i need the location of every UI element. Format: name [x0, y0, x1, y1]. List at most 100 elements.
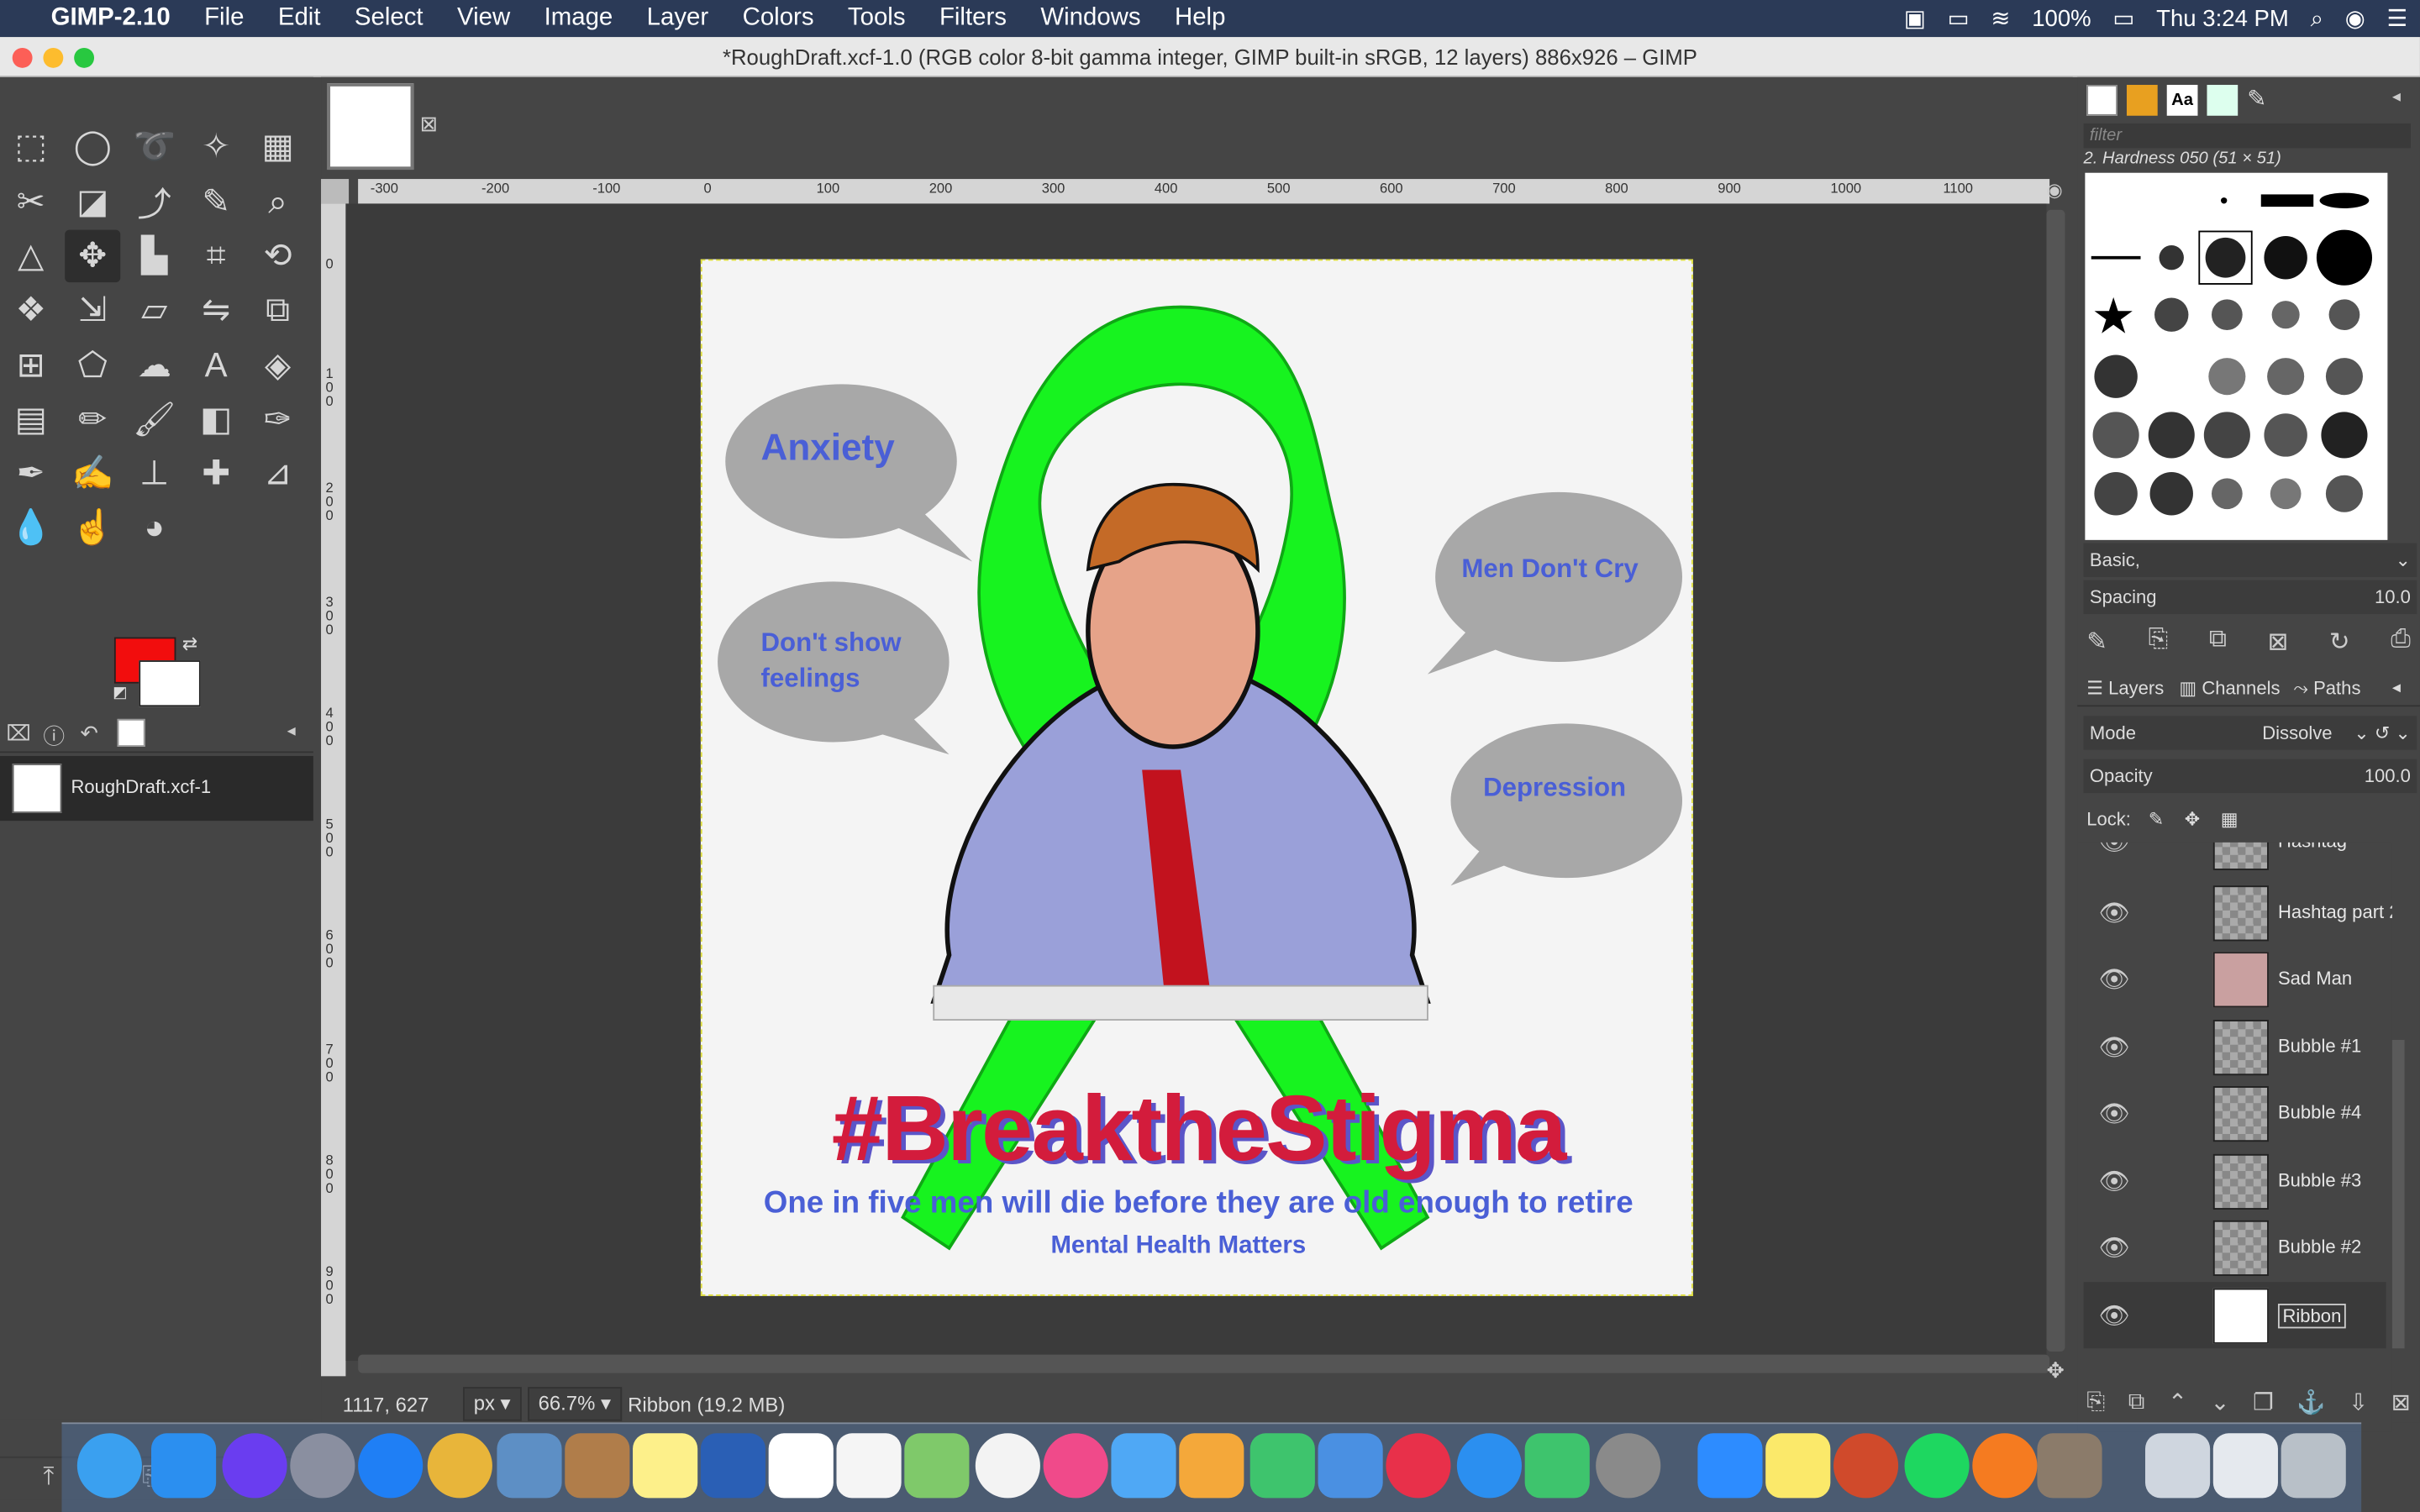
- lower-layer-icon[interactable]: ⌄: [2211, 1389, 2230, 1416]
- lock-pixels-icon[interactable]: ✎: [2149, 808, 2164, 830]
- visibility-eye-icon[interactable]: 👁: [2096, 898, 2133, 927]
- scale-tool-icon[interactable]: ⇲: [65, 284, 120, 336]
- default-colors-icon[interactable]: ◩: [113, 685, 127, 701]
- layer-row[interactable]: 👁 Hashtag: [2084, 842, 2386, 875]
- contacts-icon[interactable]: [565, 1433, 630, 1499]
- menu-view[interactable]: View: [440, 5, 528, 33]
- brush-filter-input[interactable]: filter: [2083, 123, 2411, 149]
- facetime-icon[interactable]: [1524, 1433, 1590, 1499]
- color-picker-tool-icon[interactable]: ✎: [188, 176, 244, 228]
- pages-icon[interactable]: [1179, 1433, 1244, 1499]
- bucket-fill-tool-icon[interactable]: ◈: [250, 339, 306, 391]
- clock[interactable]: Thu 3:24 PM: [2156, 5, 2289, 31]
- menu-windows[interactable]: Windows: [1023, 5, 1158, 33]
- layer-row-selected[interactable]: 👁 Ribbon: [2083, 1282, 2386, 1349]
- app-store-icon[interactable]: [1456, 1433, 1522, 1499]
- siri-app-icon[interactable]: [222, 1433, 287, 1499]
- airbrush-tool-icon[interactable]: ✑: [250, 393, 306, 445]
- smudge-warp-tool-icon[interactable]: ☁: [127, 339, 182, 391]
- open-brush-as-image-icon[interactable]: ⎙: [2391, 627, 2411, 658]
- maps-icon[interactable]: [904, 1433, 970, 1499]
- reminders-icon[interactable]: [836, 1433, 902, 1499]
- background-color-swatch[interactable]: [139, 660, 201, 707]
- brush-grid[interactable]: ★: [2085, 172, 2388, 540]
- music-icon[interactable]: [1043, 1433, 1108, 1499]
- select-by-color-tool-icon[interactable]: ▦: [250, 120, 306, 172]
- menu-layer[interactable]: Layer: [629, 5, 725, 33]
- minimize-window-button[interactable]: [43, 47, 64, 68]
- ink-tool-icon[interactable]: ✒: [3, 448, 59, 500]
- menu-file[interactable]: File: [187, 5, 261, 33]
- keynote-icon[interactable]: [1318, 1433, 1383, 1499]
- visibility-eye-icon[interactable]: 👁: [2096, 1233, 2133, 1262]
- documents-stack-icon[interactable]: [2212, 1433, 2278, 1499]
- zoom-chat-icon[interactable]: [76, 1433, 142, 1499]
- layer-row[interactable]: 👁 Bubble #4: [2084, 1080, 2386, 1147]
- mail-icon[interactable]: [497, 1433, 562, 1499]
- shear-tool-icon[interactable]: ▱: [127, 284, 182, 336]
- ellipse-select-tool-icon[interactable]: ◯: [65, 120, 120, 172]
- perspective-tool-icon[interactable]: ⬠: [65, 339, 120, 391]
- system-preferences-icon[interactable]: [1596, 1433, 1661, 1499]
- messages-icon[interactable]: [1111, 1433, 1176, 1499]
- menu-help[interactable]: Help: [1158, 5, 1243, 33]
- chrome-icon[interactable]: [427, 1433, 492, 1499]
- menu-edit[interactable]: Edit: [261, 5, 338, 33]
- numbers-icon[interactable]: [1249, 1433, 1315, 1499]
- measure-tool-icon[interactable]: △: [3, 230, 59, 282]
- menu-tools[interactable]: Tools: [831, 5, 923, 33]
- 3d-transform-tool-icon[interactable]: ⧉: [250, 284, 306, 336]
- blur-tool-icon[interactable]: 💧: [3, 501, 59, 554]
- brushes-tab-icon[interactable]: [2086, 85, 2118, 116]
- document-history-tab-icon[interactable]: [2207, 85, 2238, 116]
- stickies-icon[interactable]: [1765, 1433, 1831, 1499]
- siri-icon[interactable]: ◉: [2345, 5, 2365, 32]
- paintbrush-tool-icon[interactable]: 🖌: [127, 393, 182, 445]
- spacing-slider[interactable]: Spacing 10.0: [2083, 580, 2417, 615]
- tool-options-tab-icon[interactable]: ⌧: [6, 721, 31, 747]
- lock-alpha-icon[interactable]: ▦: [2221, 808, 2238, 830]
- spotlight-icon[interactable]: ⌕: [2311, 5, 2323, 31]
- raise-layer-icon[interactable]: ⌃: [2168, 1389, 2187, 1416]
- smudge-tool-icon[interactable]: ☝: [65, 501, 120, 554]
- layer-row[interactable]: 👁 Bubble #3: [2084, 1148, 2386, 1215]
- vertical-scrollbar[interactable]: [2046, 209, 2065, 1352]
- layer-row[interactable]: 👁 Bubble #2: [2084, 1214, 2386, 1280]
- visibility-eye-icon[interactable]: 👁: [2096, 1300, 2133, 1330]
- close-window-button[interactable]: [12, 47, 33, 68]
- layer-row[interactable]: 👁 Sad Man: [2084, 946, 2386, 1012]
- paint-dynamics-tab-icon[interactable]: ✎: [2247, 85, 2266, 113]
- refresh-brushes-icon[interactable]: ↻: [2329, 627, 2350, 658]
- text-tool-icon[interactable]: A: [188, 339, 244, 391]
- horizontal-scrollbar[interactable]: [358, 1354, 2050, 1373]
- dock-menu-icon[interactable]: ◂: [2392, 87, 2401, 107]
- brush-preset-select[interactable]: Basic, ⌄: [2083, 543, 2417, 577]
- zoom-app-icon[interactable]: [1697, 1433, 1763, 1499]
- scissors-select-tool-icon[interactable]: ✂: [3, 176, 59, 228]
- flip-tool-icon[interactable]: ⇋: [188, 284, 244, 336]
- undo-history-tab-icon[interactable]: ↶: [81, 721, 99, 747]
- warp-transform-tool-icon[interactable]: ❖: [3, 284, 59, 336]
- pencil-tool-icon[interactable]: ✏: [65, 393, 120, 445]
- dodge-burn-tool-icon[interactable]: ◕: [127, 501, 182, 554]
- edit-brush-icon[interactable]: ✎: [2086, 627, 2107, 658]
- raise-icon[interactable]: ⤒: [43, 1464, 54, 1492]
- notification-center-icon[interactable]: ☰: [2387, 5, 2408, 32]
- spotify-icon[interactable]: [1904, 1433, 1970, 1499]
- zoom-tool-icon[interactable]: ⌕: [250, 176, 306, 228]
- downloads-stack-icon[interactable]: [2145, 1433, 2211, 1499]
- word-icon[interactable]: [700, 1433, 766, 1499]
- gimp-icon[interactable]: [2037, 1433, 2102, 1499]
- visibility-eye-icon[interactable]: 👁: [2096, 1099, 2133, 1127]
- heal-tool-icon[interactable]: ✚: [188, 448, 244, 500]
- finder-icon[interactable]: [150, 1433, 217, 1499]
- move-tool-icon[interactable]: ✥: [65, 229, 121, 283]
- delete-layer-icon[interactable]: ⊠: [2391, 1389, 2411, 1416]
- duplicate-layer-icon[interactable]: ❐: [2253, 1389, 2274, 1416]
- tab-paths[interactable]: ⤳ Paths: [2293, 677, 2360, 701]
- layer-row[interactable]: 👁 Hashtag part 2: [2084, 879, 2392, 946]
- menu-image[interactable]: Image: [527, 5, 629, 33]
- firefox-icon[interactable]: [1972, 1433, 2038, 1499]
- zoom-window-button[interactable]: [74, 47, 95, 68]
- tab-channels[interactable]: ▥ Channels: [2179, 677, 2280, 699]
